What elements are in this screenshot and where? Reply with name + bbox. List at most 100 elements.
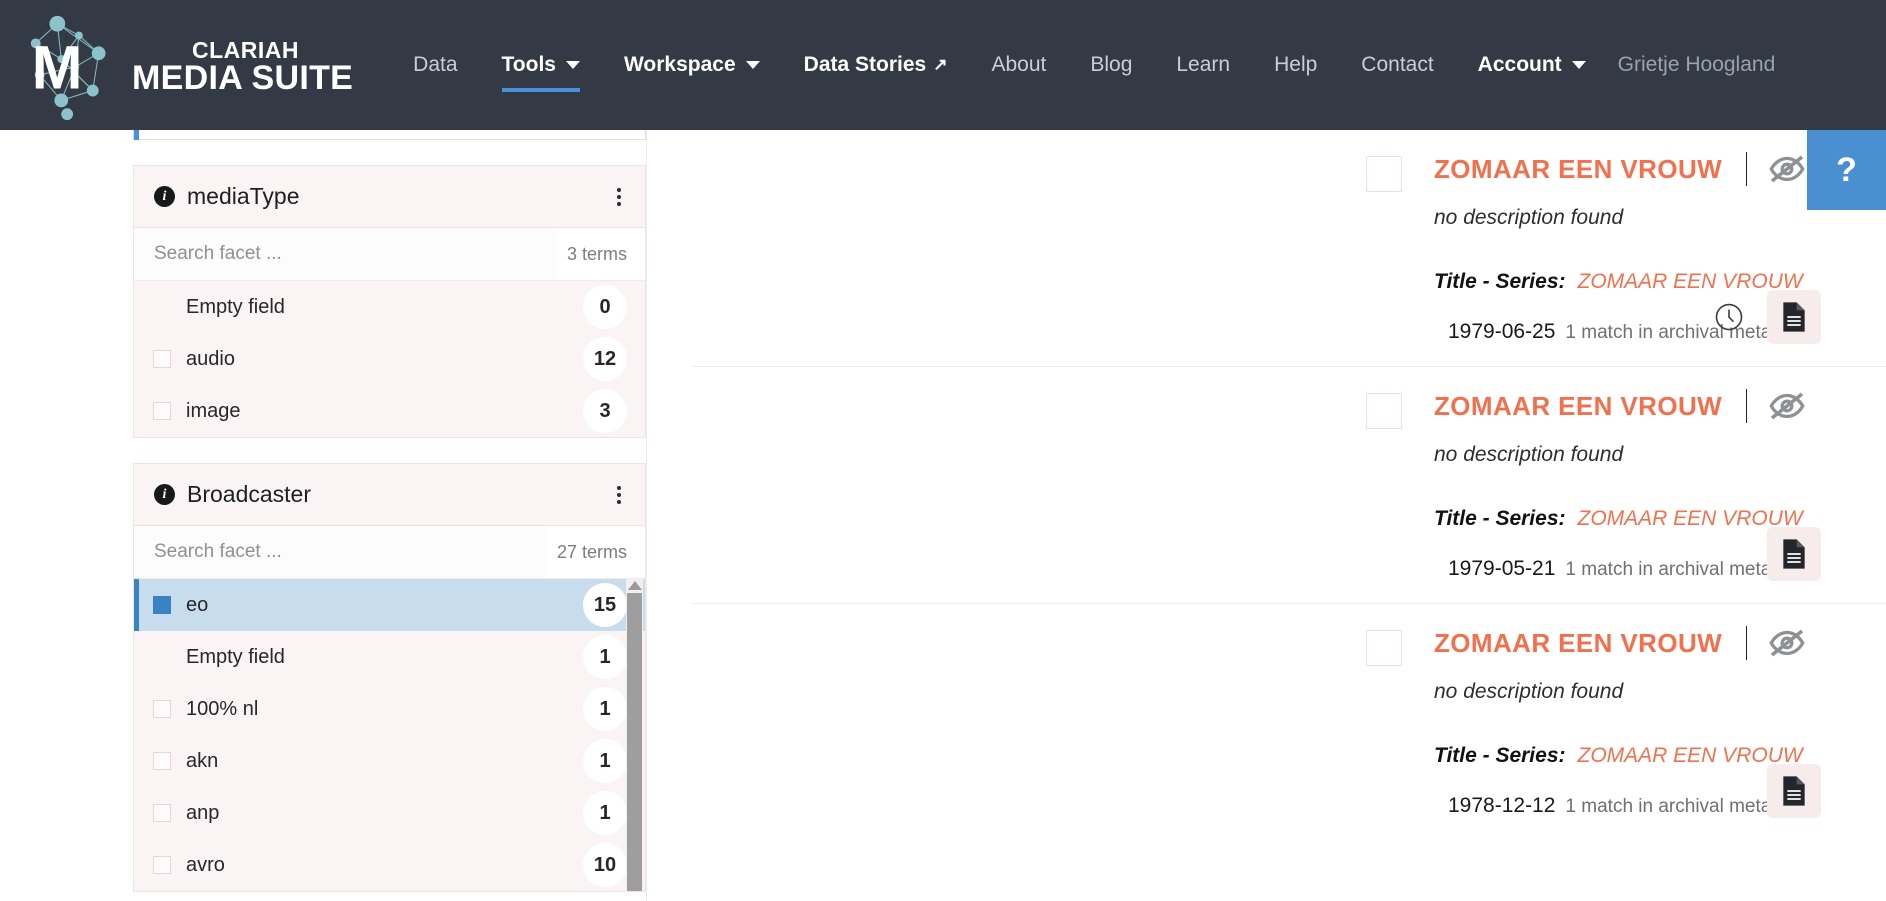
nav-item-label: Contact bbox=[1361, 53, 1433, 77]
nav-item-data[interactable]: Data bbox=[391, 0, 479, 130]
document-icon-button[interactable] bbox=[1767, 764, 1821, 818]
result-description: no description found bbox=[1434, 680, 1826, 704]
search-results-list: ZOMAAR EEN VROUW no description found Titl… bbox=[647, 130, 1886, 901]
nav-item-label: Workspace bbox=[624, 53, 736, 77]
facet-row-label: anp bbox=[186, 802, 583, 825]
nav-item-contact[interactable]: Contact bbox=[1339, 0, 1455, 130]
document-icon[interactable] bbox=[1780, 775, 1808, 807]
nav-item-about[interactable]: About bbox=[969, 0, 1068, 130]
nav-item-label: Blog bbox=[1090, 53, 1132, 77]
facet-row[interactable]: avro10 bbox=[134, 839, 645, 891]
facet-row-label: akn bbox=[186, 750, 583, 773]
result-item: ZOMAAR EEN VROUWno description foundTitl… bbox=[692, 367, 1886, 604]
result-title[interactable]: ZOMAAR EEN VROUW bbox=[1434, 391, 1722, 422]
facet-title: Broadcaster bbox=[187, 481, 311, 508]
help-button[interactable]: ? bbox=[1807, 130, 1886, 210]
facet-checkbox[interactable] bbox=[153, 752, 171, 770]
nav-item-blog[interactable]: Blog bbox=[1068, 0, 1154, 130]
result-description: no description found bbox=[1434, 206, 1826, 230]
info-icon[interactable]: i bbox=[154, 186, 175, 207]
facet-checkbox[interactable] bbox=[153, 402, 171, 420]
facet-list: Empty field0audio12image3 bbox=[134, 281, 645, 437]
facet-row[interactable]: Empty field1 bbox=[134, 631, 645, 683]
result-select-checkbox[interactable] bbox=[1366, 156, 1402, 192]
facet-row-count: 1 bbox=[583, 739, 627, 783]
nav-item-account[interactable]: Account bbox=[1456, 0, 1608, 130]
result-select-checkbox[interactable] bbox=[1366, 393, 1402, 429]
facet-options-menu-icon[interactable] bbox=[611, 182, 627, 212]
title-divider bbox=[1746, 152, 1747, 186]
title-divider bbox=[1746, 389, 1747, 423]
facet-title: mediaType bbox=[187, 183, 300, 210]
facet-row[interactable]: 100% nl1 bbox=[134, 683, 645, 735]
facet-checkbox[interactable] bbox=[153, 596, 171, 614]
info-icon[interactable]: i bbox=[154, 484, 175, 505]
facet-checkbox[interactable] bbox=[153, 700, 171, 718]
facet-sidebar: imediaType3 termsEmpty field0audio12imag… bbox=[0, 130, 646, 901]
document-icon-button[interactable] bbox=[1767, 527, 1821, 581]
result-select-checkbox[interactable] bbox=[1366, 630, 1402, 666]
facet-checkbox[interactable] bbox=[153, 804, 171, 822]
chevron-down-icon bbox=[1572, 61, 1586, 69]
nav-item-help[interactable]: Help bbox=[1252, 0, 1339, 130]
nav-item-label: Tools bbox=[502, 53, 556, 77]
facet-term-count: 27 terms bbox=[547, 542, 645, 563]
facet-row[interactable]: eo15 bbox=[134, 579, 645, 631]
top-navigation-bar: M CLARIAH MEDIA SUITE Data Tools Workspace… bbox=[0, 0, 1886, 130]
facet-search-row: 3 terms bbox=[134, 228, 645, 281]
nav-item-tools[interactable]: Tools bbox=[480, 0, 602, 130]
nav-item-list: Data Tools Workspace Data Stories↗About Blog… bbox=[391, 0, 1608, 130]
result-item: ZOMAAR EEN VROUWno description foundTitl… bbox=[692, 604, 1886, 840]
facet-row[interactable]: Empty field0 bbox=[134, 281, 645, 333]
facet-row-label: 100% nl bbox=[186, 698, 583, 721]
document-icon[interactable] bbox=[1780, 538, 1808, 570]
facet-list-scrollbar[interactable] bbox=[626, 579, 643, 891]
facet-checkbox[interactable] bbox=[153, 648, 171, 666]
eye-off-icon[interactable] bbox=[1769, 155, 1805, 183]
external-link-icon: ↗ bbox=[933, 55, 947, 75]
facet-header: i Broadcaster bbox=[134, 464, 645, 526]
result-title-row: ZOMAAR EEN VROUW bbox=[1434, 626, 1826, 660]
facet-row-count: 1 bbox=[583, 687, 627, 731]
facet-row-label: Empty field bbox=[186, 646, 583, 669]
facet-row-count: 0 bbox=[583, 285, 627, 329]
facet-row-label: image bbox=[186, 400, 583, 423]
brand-line-2: MEDIA SUITE bbox=[132, 62, 353, 94]
nav-item-data-stories[interactable]: Data Stories↗ bbox=[782, 0, 970, 130]
facet-search-input[interactable] bbox=[134, 526, 547, 578]
facet-search-input[interactable] bbox=[134, 228, 557, 280]
facet-row-label: Empty field bbox=[186, 296, 583, 319]
nav-username[interactable]: Grietje Hoogland bbox=[1608, 53, 1794, 77]
scrollbar-thumb[interactable] bbox=[627, 593, 642, 891]
result-title[interactable]: ZOMAAR EEN VROUW bbox=[1434, 154, 1722, 185]
nav-item-label: Learn bbox=[1176, 53, 1230, 77]
facet-row-count: 3 bbox=[583, 389, 627, 433]
clock-icon-button[interactable] bbox=[1707, 295, 1751, 339]
facet-header: i mediaType bbox=[134, 166, 645, 228]
facet-row[interactable]: image3 bbox=[134, 385, 645, 437]
facet-panel-top-edge bbox=[133, 130, 646, 140]
network-graph-logo-icon: M bbox=[18, 6, 136, 124]
facet-row-label: eo bbox=[186, 594, 583, 617]
svg-text:M: M bbox=[32, 34, 83, 102]
facet-checkbox[interactable] bbox=[153, 350, 171, 368]
facet-row[interactable]: akn1 bbox=[134, 735, 645, 787]
document-icon[interactable] bbox=[1780, 301, 1808, 333]
nav-item-learn[interactable]: Learn bbox=[1154, 0, 1252, 130]
brand-logo[interactable]: M CLARIAH MEDIA SUITE bbox=[18, 6, 353, 124]
facet-term-count: 3 terms bbox=[557, 244, 645, 265]
result-meta-label: Title - Series: bbox=[1434, 270, 1566, 293]
eye-off-icon[interactable] bbox=[1769, 392, 1805, 420]
document-icon-button[interactable] bbox=[1767, 290, 1821, 344]
facet-row[interactable]: anp1 bbox=[134, 787, 645, 839]
clock-icon[interactable] bbox=[1714, 302, 1744, 332]
facet-checkbox[interactable] bbox=[153, 298, 171, 316]
nav-item-workspace[interactable]: Workspace bbox=[602, 0, 782, 130]
facet-options-menu-icon[interactable] bbox=[611, 480, 627, 510]
scroll-up-arrow-icon[interactable] bbox=[628, 581, 642, 590]
result-title[interactable]: ZOMAAR EEN VROUW bbox=[1434, 628, 1722, 659]
facet-checkbox[interactable] bbox=[153, 856, 171, 874]
eye-off-icon[interactable] bbox=[1769, 629, 1805, 657]
result-date: 1979-05-21 bbox=[1448, 557, 1555, 580]
facet-row[interactable]: audio12 bbox=[134, 333, 645, 385]
